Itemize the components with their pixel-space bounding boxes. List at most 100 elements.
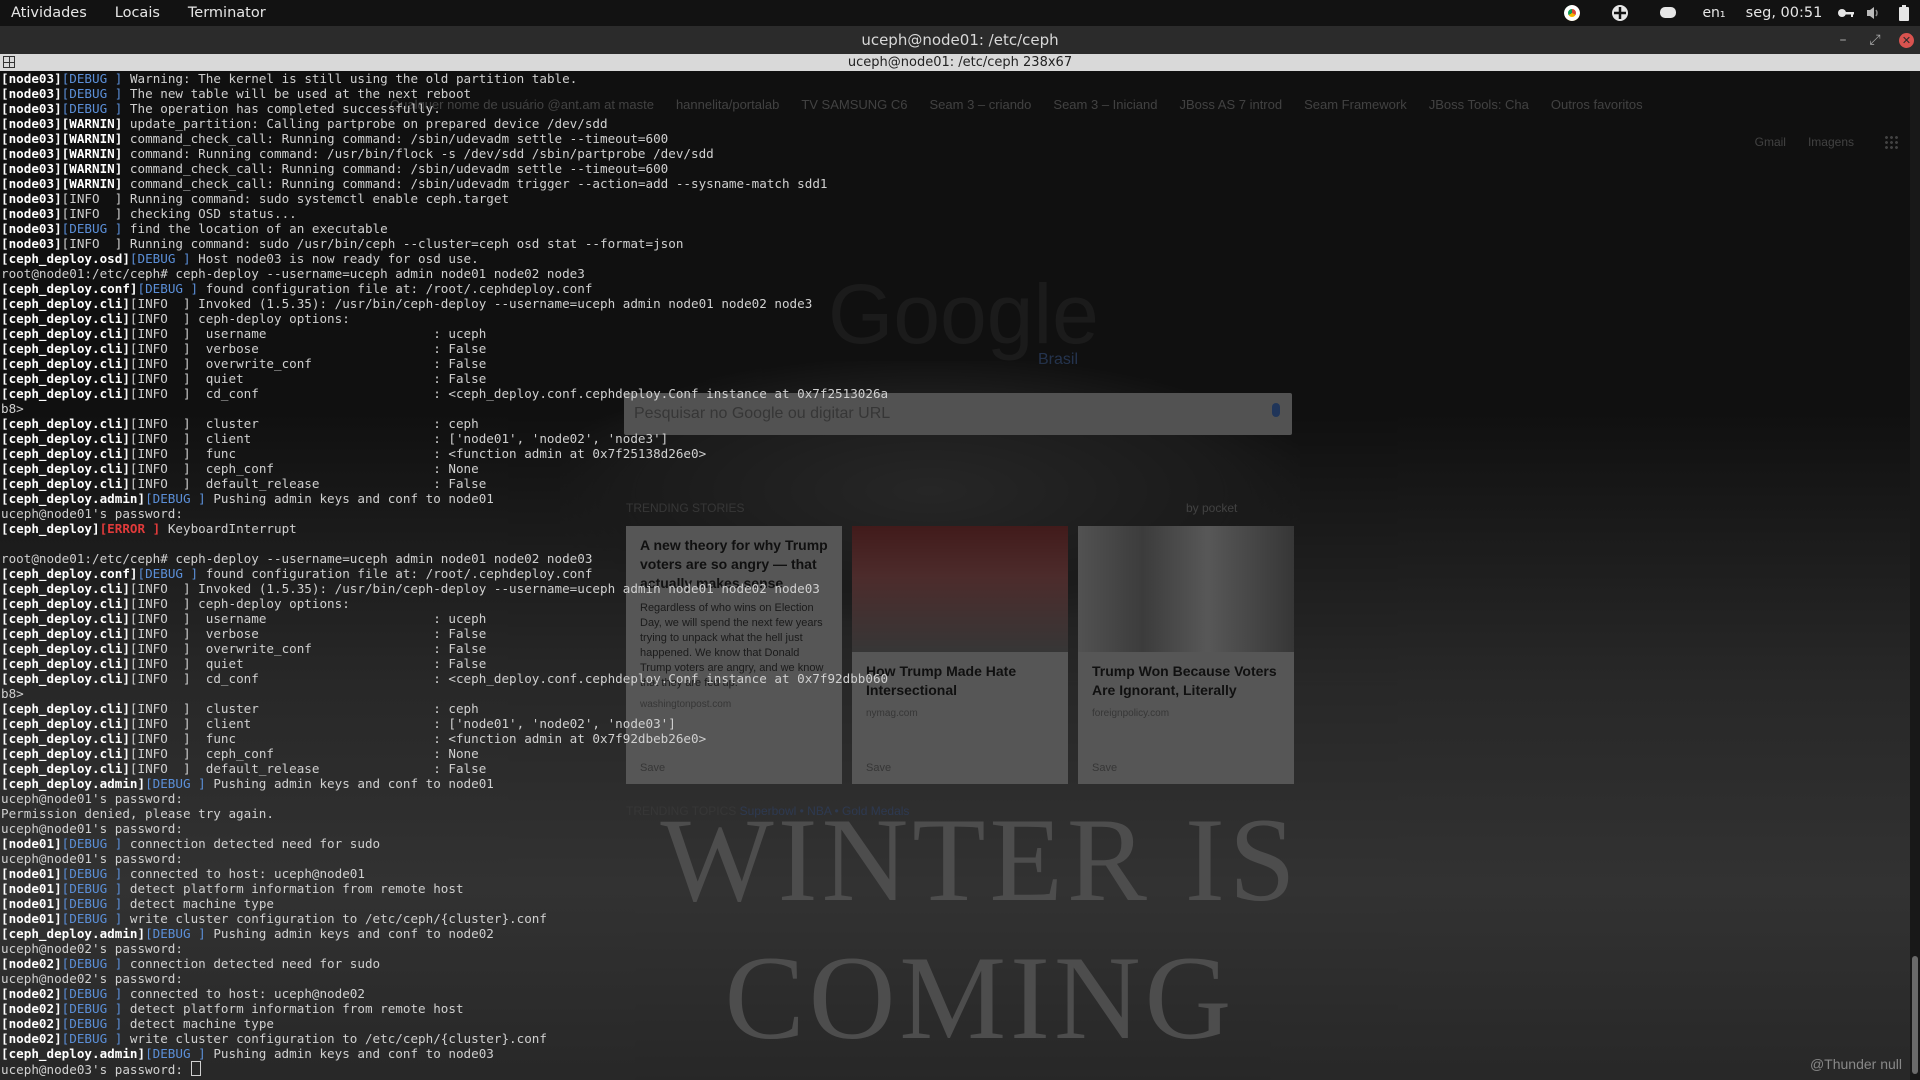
terminal-text: [node02] xyxy=(1,1001,62,1016)
scrollbar-thumb[interactable] xyxy=(1912,956,1918,1074)
terminal-line: [node01][DEBUG ] detect machine type xyxy=(1,896,888,911)
terminal-line: [ceph_deploy.cli][INFO ] quiet : False xyxy=(1,656,888,671)
log-level-debug: [DEBUG ] xyxy=(61,896,123,911)
pocket-label: by pocket xyxy=(1186,501,1238,515)
terminal-text: uceph@node01's password: xyxy=(1,506,183,521)
terminal-line: [ceph_deploy.cli][INFO ] cd_conf : <ceph… xyxy=(1,386,888,401)
log-level-debug: [DEBUG ] xyxy=(61,71,123,86)
terminal-text: uceph@node03's password: xyxy=(1,1062,191,1077)
terminal-text: [INFO ] xyxy=(129,356,191,371)
terminal-text: [ceph_deploy.cli] xyxy=(1,296,130,311)
log-level-warning: [WARNIN] xyxy=(61,161,123,176)
terminal-text: [ceph_deploy.cli] xyxy=(1,671,130,686)
app-menu-terminator[interactable]: Terminator xyxy=(174,0,280,26)
terminal-text: cd_conf : <ceph_deploy.conf.cephdeploy.C… xyxy=(190,386,889,401)
terminal-line: [ceph_deploy.cli][INFO ] Invoked (1.5.35… xyxy=(1,296,888,311)
window-titlebar[interactable]: uceph@node01: /etc/ceph – ⤢ ✕ xyxy=(0,26,1920,54)
settings-indicator-icon[interactable] xyxy=(1596,0,1644,26)
log-level-debug: [DEBUG ] xyxy=(61,1001,123,1016)
terminal-text: [ceph_deploy.cli] xyxy=(1,461,130,476)
terminal-text: ] xyxy=(54,71,62,86)
terminal-text: Pushing admin keys and conf to node03 xyxy=(205,1046,494,1061)
minimize-button[interactable]: – xyxy=(1835,32,1851,48)
terminal-output[interactable]: [node03][DEBUG ] Warning: The kernel is … xyxy=(1,71,888,1077)
terminal-titlebar[interactable]: uceph@node01: /etc/ceph 238x67 xyxy=(0,54,1920,71)
terminal-line: [ceph_deploy.cli][INFO ] ceph-deploy opt… xyxy=(1,311,888,326)
terminal-text: username : uceph xyxy=(190,326,487,341)
terminal-line: [ceph_deploy.cli][INFO ] Invoked (1.5.35… xyxy=(1,581,888,596)
terminal-text: root@node01:/etc/ceph# ceph-deploy --use… xyxy=(1,551,593,566)
terminal-line: uceph@node01's password: xyxy=(1,821,888,836)
terminal-text: client : ['node01', 'node02', 'node3'] xyxy=(190,431,669,446)
terminal-text: uceph@node02's password: xyxy=(1,941,183,956)
terminal-line: [ceph_deploy.admin][DEBUG ] Pushing admi… xyxy=(1,1046,888,1061)
terminal-line: [node02][DEBUG ] detect machine type xyxy=(1,1016,888,1031)
terminal-text: checking OSD status... xyxy=(122,206,297,221)
terminal-text: quiet : False xyxy=(190,656,487,671)
terminal-text: [node02] xyxy=(1,1031,62,1046)
bookmark: Seam 3 – Iniciand xyxy=(1053,96,1158,112)
terminal-line: [ceph_deploy.admin][DEBUG ] Pushing admi… xyxy=(1,491,888,506)
terminal-text: [ceph_deploy.cli] xyxy=(1,431,130,446)
terminal-text: detect platform information from remote … xyxy=(122,881,464,896)
terminal-text: [ceph_deploy.cli] xyxy=(1,311,130,326)
log-level-debug: [DEBUG ] xyxy=(61,836,123,851)
terminal-text: Permission denied, please try again. xyxy=(1,806,274,821)
volume-icon[interactable] xyxy=(1860,0,1888,26)
terminal-text: b8> xyxy=(1,686,24,701)
terminal-text: [ceph_deploy] xyxy=(1,521,100,536)
log-level-error: [ERROR ] xyxy=(99,521,161,536)
log-level-debug: [DEBUG ] xyxy=(61,101,123,116)
keyboard-layout-indicator[interactable]: en₁ xyxy=(1692,0,1736,26)
terminal-text: Pushing admin keys and conf to node02 xyxy=(205,926,494,941)
terminal-text: func : <function admin at 0x7f92dbeb26e0… xyxy=(190,731,707,746)
terminal-line: [node01][DEBUG ] detect platform informa… xyxy=(1,881,888,896)
grid-icon[interactable] xyxy=(3,56,15,68)
terminal-text: [node03] xyxy=(1,101,62,116)
terminal-line: [node03][DEBUG ] The operation has compl… xyxy=(1,101,888,116)
terminal-text: [INFO ] xyxy=(129,326,191,341)
log-level-debug: [DEBUG ] xyxy=(137,281,199,296)
story-image xyxy=(1078,526,1294,652)
bookmark-other: Outros favoritos xyxy=(1550,96,1643,112)
terminal-text: [INFO ] xyxy=(129,716,191,731)
activities-menu[interactable]: Atividades xyxy=(0,0,101,26)
terminal-line: [node01][DEBUG ] connected to host: ucep… xyxy=(1,866,888,881)
images-link: Imagens xyxy=(1807,135,1854,149)
google-links: Gmail Imagens xyxy=(1755,135,1890,149)
terminal-line: uceph@node02's password: xyxy=(1,971,888,986)
log-level-warning: [WARNIN] xyxy=(61,131,123,146)
log-level-debug: [DEBUG ] xyxy=(61,86,123,101)
battery-icon[interactable] xyxy=(1888,0,1920,26)
text-cursor xyxy=(190,1061,201,1076)
terminal-line: b8> xyxy=(1,686,888,701)
chrome-icon[interactable] xyxy=(1548,0,1596,26)
terminal-text: [INFO ] xyxy=(129,656,191,671)
key-icon[interactable] xyxy=(1832,0,1860,26)
terminal-text: command_check_call: Running command: /sb… xyxy=(122,161,669,176)
terminal-text: [ceph_deploy.cli] xyxy=(1,356,130,371)
terminal-line: [ceph_deploy.cli][INFO ] ceph_conf : Non… xyxy=(1,461,888,476)
close-button[interactable]: ✕ xyxy=(1899,32,1914,48)
terminal-text: [ceph_deploy.cli] xyxy=(1,746,130,761)
places-menu[interactable]: Locais xyxy=(101,0,174,26)
terminal-text: [ceph_deploy.cli] xyxy=(1,656,130,671)
messaging-icon[interactable] xyxy=(1644,0,1692,26)
terminal-text: root@node01:/etc/ceph# ceph-deploy --use… xyxy=(1,266,585,281)
log-level-debug: [DEBUG ] xyxy=(61,881,123,896)
terminal-text: [INFO ] xyxy=(129,416,191,431)
log-level-debug: [DEBUG ] xyxy=(129,251,191,266)
terminal-line: root@node01:/etc/ceph# ceph-deploy --use… xyxy=(1,551,888,566)
log-level-warning: [WARNIN] xyxy=(61,146,123,161)
terminal-text: client : ['node01', 'node02', 'node03'] xyxy=(190,716,676,731)
terminal-scrollbar[interactable] xyxy=(1910,71,1920,1080)
terminal-text: uceph@node01's password: xyxy=(1,821,183,836)
restore-button[interactable]: ⤢ xyxy=(1867,32,1883,48)
terminal-text: [ceph_deploy.cli] xyxy=(1,626,130,641)
terminal-pane[interactable]: Qualquer nome de usuário @ant.am at mast… xyxy=(0,71,1920,1080)
terminal-line: [ceph_deploy.cli][INFO ] default_release… xyxy=(1,761,888,776)
terminal-text: [ceph_deploy.admin] xyxy=(1,926,146,941)
clock[interactable]: seg, 00:51 xyxy=(1736,0,1832,26)
terminal-text: node03 xyxy=(8,71,55,86)
